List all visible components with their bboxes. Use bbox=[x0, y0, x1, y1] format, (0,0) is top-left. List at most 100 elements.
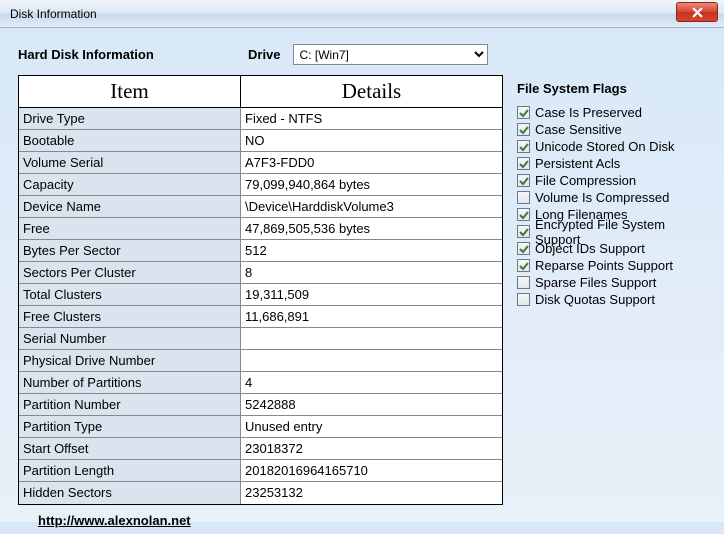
flag-label: Case Is Preserved bbox=[535, 105, 642, 120]
cell-item: Total Clusters bbox=[19, 284, 241, 305]
cell-details: 47,869,505,536 bytes bbox=[241, 218, 502, 239]
cell-details: A7F3-FDD0 bbox=[241, 152, 502, 173]
flags-title: File System Flags bbox=[513, 81, 706, 96]
cell-details: Fixed - NTFS bbox=[241, 108, 502, 129]
cell-item: Physical Drive Number bbox=[19, 350, 241, 371]
close-icon bbox=[692, 7, 703, 18]
cell-item: Device Name bbox=[19, 196, 241, 217]
header-row: Hard Disk Information Drive C: [Win7] bbox=[18, 44, 706, 65]
table-row: Capacity79,099,940,864 bytes bbox=[19, 174, 502, 196]
flags-panel: File System Flags Case Is Preserved Case … bbox=[513, 75, 706, 505]
flag-checkbox[interactable] bbox=[517, 242, 530, 255]
check-icon bbox=[519, 176, 529, 186]
flag-row: Case Is Preserved bbox=[513, 104, 706, 121]
flag-row: File Compression bbox=[513, 172, 706, 189]
table-row: Partition TypeUnused entry bbox=[19, 416, 502, 438]
flag-row: Unicode Stored On Disk bbox=[513, 138, 706, 155]
cell-details: 5242888 bbox=[241, 394, 502, 415]
flag-label: Case Sensitive bbox=[535, 122, 622, 137]
cell-details: NO bbox=[241, 130, 502, 151]
flag-row: Volume Is Compressed bbox=[513, 189, 706, 206]
cell-item: Partition Length bbox=[19, 460, 241, 481]
flag-row: Persistent Acls bbox=[513, 155, 706, 172]
cell-item: Hidden Sectors bbox=[19, 482, 241, 504]
close-button[interactable] bbox=[676, 2, 718, 22]
flag-checkbox[interactable] bbox=[517, 225, 530, 238]
table-header: Item Details bbox=[19, 76, 502, 108]
check-icon bbox=[519, 261, 529, 271]
cell-item: Partition Number bbox=[19, 394, 241, 415]
cell-item: Capacity bbox=[19, 174, 241, 195]
disk-info-table: Item Details Drive TypeFixed - NTFSBoota… bbox=[18, 75, 503, 505]
table-row: BootableNO bbox=[19, 130, 502, 152]
cell-details bbox=[241, 350, 502, 371]
cell-details: 11,686,891 bbox=[241, 306, 502, 327]
table-row: Number of Partitions4 bbox=[19, 372, 502, 394]
table-row: Volume SerialA7F3-FDD0 bbox=[19, 152, 502, 174]
flag-checkbox[interactable] bbox=[517, 157, 530, 170]
flag-checkbox[interactable] bbox=[517, 276, 530, 289]
cell-item: Drive Type bbox=[19, 108, 241, 129]
cell-details bbox=[241, 328, 502, 349]
flag-label: Disk Quotas Support bbox=[535, 292, 655, 307]
cell-details: 79,099,940,864 bytes bbox=[241, 174, 502, 195]
window-title: Disk Information bbox=[10, 7, 97, 21]
table-row: Serial Number bbox=[19, 328, 502, 350]
check-icon bbox=[519, 108, 529, 118]
table-row: Bytes Per Sector512 bbox=[19, 240, 502, 262]
table-row: Device Name\Device\HarddiskVolume3 bbox=[19, 196, 502, 218]
flag-label: Sparse Files Support bbox=[535, 275, 656, 290]
col-header-details: Details bbox=[241, 76, 502, 107]
flag-label: Volume Is Compressed bbox=[535, 190, 669, 205]
flag-checkbox[interactable] bbox=[517, 191, 530, 204]
cell-item: Serial Number bbox=[19, 328, 241, 349]
flag-row: Disk Quotas Support bbox=[513, 291, 706, 308]
hard-disk-info-label: Hard Disk Information bbox=[18, 47, 248, 62]
flag-row: Encrypted File System Support bbox=[513, 223, 706, 240]
table-row: Sectors Per Cluster8 bbox=[19, 262, 502, 284]
table-row: Free47,869,505,536 bytes bbox=[19, 218, 502, 240]
flag-checkbox[interactable] bbox=[517, 174, 530, 187]
flag-label: Object IDs Support bbox=[535, 241, 645, 256]
cell-item: Sectors Per Cluster bbox=[19, 262, 241, 283]
footer-link[interactable]: http://www.alexnolan.net bbox=[18, 513, 191, 528]
check-icon bbox=[519, 227, 529, 237]
flag-checkbox[interactable] bbox=[517, 123, 530, 136]
check-icon bbox=[519, 159, 529, 169]
cell-item: Number of Partitions bbox=[19, 372, 241, 393]
cell-item: Free Clusters bbox=[19, 306, 241, 327]
titlebar: Disk Information bbox=[0, 0, 724, 28]
cell-details: 19,311,509 bbox=[241, 284, 502, 305]
col-header-item: Item bbox=[19, 76, 241, 107]
table-row: Start Offset23018372 bbox=[19, 438, 502, 460]
table-row: Free Clusters11,686,891 bbox=[19, 306, 502, 328]
content-area: Hard Disk Information Drive C: [Win7] It… bbox=[0, 28, 724, 534]
table-row: Partition Length20182016964165710 bbox=[19, 460, 502, 482]
check-icon bbox=[519, 244, 529, 254]
cell-details: 23018372 bbox=[241, 438, 502, 459]
cell-details: 23253132 bbox=[241, 482, 502, 504]
flag-checkbox[interactable] bbox=[517, 293, 530, 306]
flag-label: Reparse Points Support bbox=[535, 258, 673, 273]
table-row: Hidden Sectors23253132 bbox=[19, 482, 502, 504]
flag-checkbox[interactable] bbox=[517, 106, 530, 119]
check-icon bbox=[519, 210, 529, 220]
cell-details: 20182016964165710 bbox=[241, 460, 502, 481]
table-row: Physical Drive Number bbox=[19, 350, 502, 372]
flag-label: Unicode Stored On Disk bbox=[535, 139, 674, 154]
flag-row: Sparse Files Support bbox=[513, 274, 706, 291]
drive-select[interactable]: C: [Win7] bbox=[293, 44, 488, 65]
check-icon bbox=[519, 142, 529, 152]
flag-checkbox[interactable] bbox=[517, 208, 530, 221]
cell-details: 512 bbox=[241, 240, 502, 261]
flag-checkbox[interactable] bbox=[517, 140, 530, 153]
cell-details: \Device\HarddiskVolume3 bbox=[241, 196, 502, 217]
flag-checkbox[interactable] bbox=[517, 259, 530, 272]
check-icon bbox=[519, 125, 529, 135]
cell-details: Unused entry bbox=[241, 416, 502, 437]
drive-label: Drive bbox=[248, 47, 281, 62]
cell-item: Bootable bbox=[19, 130, 241, 151]
cell-details: 4 bbox=[241, 372, 502, 393]
flag-row: Reparse Points Support bbox=[513, 257, 706, 274]
cell-item: Partition Type bbox=[19, 416, 241, 437]
